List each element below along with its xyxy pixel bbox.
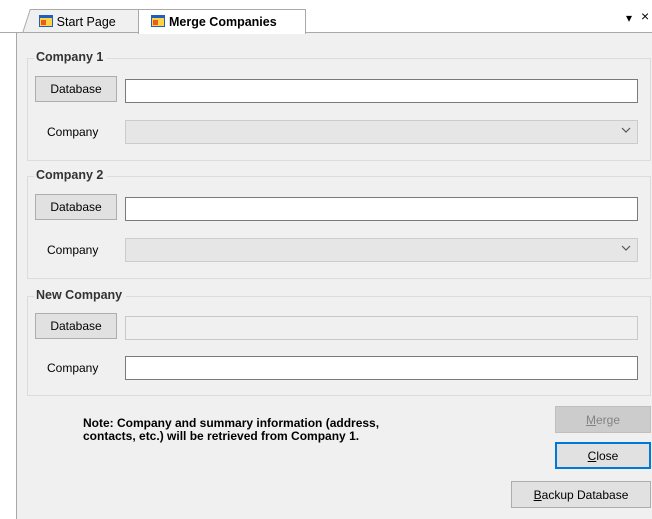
chevron-down-icon — [621, 245, 631, 251]
merge-button[interactable]: Merge — [555, 406, 651, 433]
backup-database-button[interactable]: Backup Database — [511, 481, 651, 508]
company1-database-button[interactable]: Database — [35, 76, 117, 102]
company1-company-label: Company — [47, 125, 99, 139]
close-icon[interactable]: × — [641, 8, 649, 24]
tab-merge-companies-label: Merge Companies — [169, 15, 277, 29]
form-icon — [151, 15, 165, 27]
company2-group: Company 2 — [27, 168, 651, 279]
new-company-group: New Company — [27, 288, 651, 396]
company1-title: Company 1 — [34, 50, 108, 64]
merge-companies-panel: Company 1 Database Company Company 2 Dat… — [16, 33, 652, 519]
chevron-down-icon — [621, 127, 631, 133]
company1-database-field[interactable] — [125, 79, 638, 103]
merge-note: Note: Company and summary information (a… — [83, 417, 503, 443]
company2-company-label: Company — [47, 243, 99, 257]
company2-database-field[interactable] — [125, 197, 638, 221]
company1-group: Company 1 — [27, 50, 651, 161]
tab-merge-companies[interactable]: Merge Companies — [138, 9, 306, 34]
new-company-company-label: Company — [47, 361, 99, 375]
chevron-down-icon[interactable]: ▾ — [626, 11, 632, 25]
new-company-database-field[interactable] — [125, 316, 638, 340]
company2-company-select[interactable] — [125, 238, 638, 262]
tab-start-page-label: Start Page — [56, 14, 116, 29]
new-company-database-button[interactable]: Database — [35, 313, 117, 339]
new-company-name-field[interactable] — [125, 356, 638, 380]
tab-start-page[interactable]: Start Page — [22, 9, 150, 33]
document-tab-strip: Start Page Merge Companies ▾ × — [0, 0, 652, 36]
new-company-title: New Company — [34, 288, 127, 302]
company2-title: Company 2 — [34, 168, 108, 182]
form-icon — [39, 15, 53, 27]
note-line-2: contacts, etc.) will be retrieved from C… — [83, 429, 360, 443]
close-button[interactable]: Close — [555, 442, 651, 469]
company1-company-select[interactable] — [125, 120, 638, 144]
company2-database-button[interactable]: Database — [35, 194, 117, 220]
